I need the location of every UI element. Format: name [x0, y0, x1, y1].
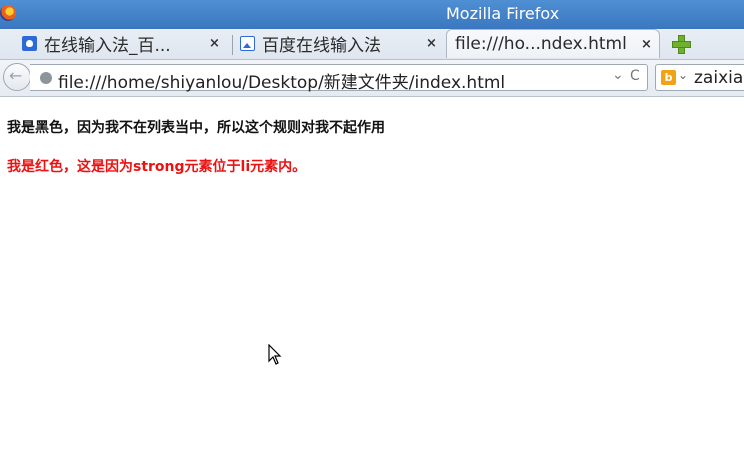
red-text-line: 我是红色，这是因为strong元素位于li元素内。: [7, 159, 307, 175]
mouse-cursor-icon: [268, 344, 282, 365]
window-title: Mozilla Firefox: [446, 4, 560, 23]
bing-icon[interactable]: b: [661, 70, 676, 85]
reload-icon[interactable]: C: [630, 68, 640, 84]
image-icon: [240, 36, 255, 51]
page-content: 我是黑色，因为我不在列表当中，所以这个规则对我不起作用 我是红色，这是因为str…: [0, 97, 744, 459]
tab-strip: 在线输入法_百... × 百度在线输入法 × file:///ho...ndex…: [0, 29, 744, 60]
black-text-line: 我是黑色，因为我不在列表当中，所以这个规则对我不起作用: [7, 120, 385, 136]
url-bar[interactable]: file:///home/shiyanlou/Desktop/新建文件夹/ind…: [30, 64, 648, 93]
search-bar[interactable]: b ⌄ zaixia: [655, 64, 744, 91]
tab-label: file:///ho...ndex.html: [455, 34, 627, 54]
close-icon[interactable]: ×: [426, 36, 437, 51]
plus-icon[interactable]: [672, 35, 691, 54]
tab-label: 在线输入法_百...: [44, 36, 171, 56]
chevron-down-icon[interactable]: ⌄: [612, 67, 624, 83]
globe-icon[interactable]: [40, 72, 52, 84]
close-icon[interactable]: ×: [209, 36, 220, 51]
title-bar: Mozilla Firefox: [0, 0, 744, 29]
back-button[interactable]: [3, 63, 31, 91]
tab-label: 百度在线输入法: [262, 36, 381, 56]
nav-bar: file:///home/shiyanlou/Desktop/新建文件夹/ind…: [0, 60, 744, 97]
tab-separator: [232, 35, 233, 55]
tab-baidu-input[interactable]: 在线输入法_百... ×: [22, 29, 226, 58]
chevron-down-icon[interactable]: ⌄: [678, 68, 688, 82]
close-icon[interactable]: ×: [641, 37, 652, 52]
baidu-paw-icon: [22, 36, 37, 51]
tab-baidu-online-input[interactable]: 百度在线输入法 ×: [240, 29, 442, 58]
firefox-icon[interactable]: [0, 5, 16, 21]
tab-index-html[interactable]: file:///ho...ndex.html ×: [446, 29, 660, 58]
url-text[interactable]: file:///home/shiyanlou/Desktop/新建文件夹/ind…: [58, 68, 505, 93]
search-input[interactable]: zaixia: [694, 68, 743, 88]
